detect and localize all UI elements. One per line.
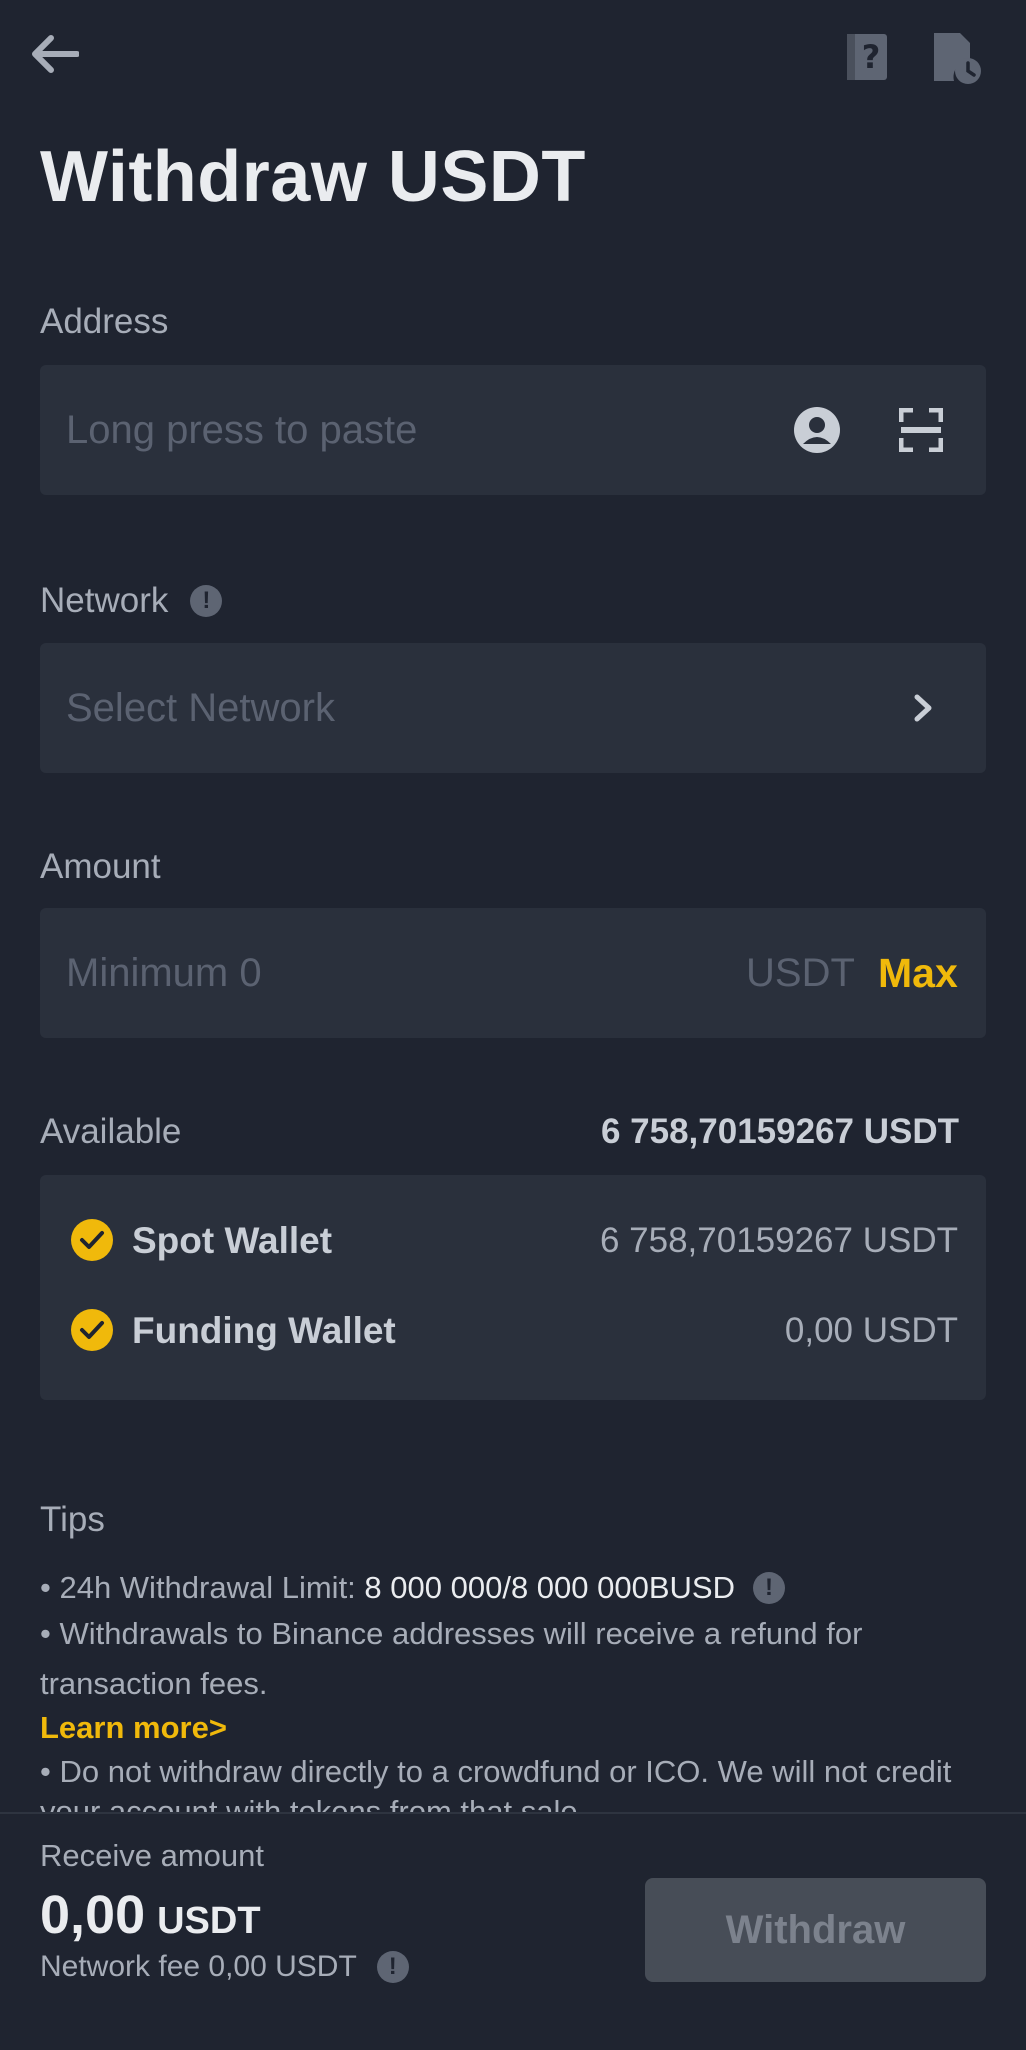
address-book-button[interactable] xyxy=(792,405,842,455)
back-button[interactable] xyxy=(24,28,84,80)
network-placeholder: Select Network xyxy=(66,686,335,730)
network-label: Network ! xyxy=(40,581,223,621)
question-book-icon: ? xyxy=(847,34,887,80)
tip-refund-line-1: • Withdrawals to Binance addresses will … xyxy=(40,1616,863,1651)
exclamation-circle-icon[interactable]: ! xyxy=(376,1951,409,1983)
tip-refund-line-2: transaction fees. xyxy=(40,1666,268,1701)
network-fee: Network fee 0,00 USDT ! xyxy=(40,1950,409,1984)
wallet-value: 0,00 USDT xyxy=(784,1311,958,1350)
wallet-row: Spot Wallet 6 758,70159267 USDT xyxy=(40,1219,986,1263)
tips-title: Tips xyxy=(40,1500,105,1539)
exclamation-circle-icon[interactable]: ! xyxy=(190,585,223,617)
max-button[interactable]: Max xyxy=(878,908,958,1038)
network-fee-text: Network fee 0,00 USDT xyxy=(40,1950,357,1983)
arrow-left-icon xyxy=(32,35,79,73)
amount-unit: USDT xyxy=(746,951,855,995)
page-title: Withdraw USDT xyxy=(40,137,586,217)
tip-withdrawal-limit: • 24h Withdrawal Limit: 8 000 000/8 000 … xyxy=(40,1570,785,1606)
check-circle-icon[interactable] xyxy=(71,1219,113,1261)
address-field[interactable]: Long press to paste xyxy=(40,365,986,495)
document-clock-icon xyxy=(934,33,981,84)
withdraw-button[interactable]: Withdraw xyxy=(645,1878,986,1982)
exclamation-circle-icon[interactable]: ! xyxy=(752,1572,785,1604)
footer-bar: Receive amount 0,00 USDT Network fee 0,0… xyxy=(0,1812,1026,2050)
receive-amount-unit: USDT xyxy=(157,1900,261,1942)
network-select[interactable]: Select Network xyxy=(40,643,986,773)
receive-amount-value: 0,00 xyxy=(40,1885,146,1945)
tip-warning-line-1: • Do not withdraw directly to a crowdfun… xyxy=(40,1754,952,1789)
chevron-right-icon xyxy=(908,691,938,725)
history-button[interactable] xyxy=(928,30,984,86)
available-value: 6 758,70159267 USDT xyxy=(600,1112,959,1151)
address-placeholder: Long press to paste xyxy=(66,408,418,452)
svg-text:?: ? xyxy=(862,38,881,76)
amount-field[interactable]: Minimum 0 USDT Max xyxy=(40,908,986,1038)
available-label: Available xyxy=(40,1112,182,1151)
faq-button[interactable]: ? xyxy=(842,30,892,84)
wallet-value: 6 758,70159267 USDT xyxy=(599,1221,958,1260)
wallet-breakdown: Spot Wallet 6 758,70159267 USDT Funding … xyxy=(40,1175,986,1400)
wallet-row: Funding Wallet 0,00 USDT xyxy=(40,1309,986,1353)
check-circle-icon[interactable] xyxy=(71,1309,113,1351)
address-label: Address xyxy=(40,302,169,341)
network-label-text: Network xyxy=(40,581,169,620)
receive-amount-label: Receive amount xyxy=(40,1838,265,1873)
scan-button[interactable] xyxy=(896,405,946,455)
tip-limit-prefix: • 24h Withdrawal Limit: xyxy=(40,1570,365,1605)
receive-amount: 0,00 USDT xyxy=(40,1884,261,1946)
wallet-name: Spot Wallet xyxy=(132,1220,333,1261)
qr-scan-icon xyxy=(899,408,943,452)
amount-label: Amount xyxy=(40,847,161,886)
wallet-name: Funding Wallet xyxy=(132,1310,396,1351)
learn-more-link[interactable]: Learn more> xyxy=(40,1710,227,1746)
withdraw-button-label: Withdraw xyxy=(725,1907,906,1952)
user-circle-icon xyxy=(794,407,840,453)
tip-limit-value: 8 000 000/8 000 000BUSD xyxy=(364,1570,735,1605)
amount-placeholder: Minimum 0 xyxy=(66,951,262,995)
